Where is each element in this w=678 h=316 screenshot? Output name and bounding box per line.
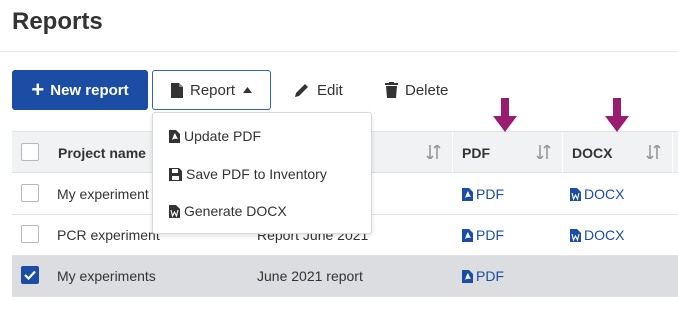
report-dropdown-menu: Update PDF Save PDF to Inventory Generat…: [152, 112, 372, 234]
word-file-icon: [570, 187, 581, 201]
docx-link-label: DOCX: [584, 227, 625, 243]
delete-button[interactable]: Delete: [385, 70, 448, 110]
plus-icon: +: [31, 77, 45, 102]
checkmark-icon: [24, 270, 36, 281]
edit-button[interactable]: Edit: [294, 70, 343, 110]
project-name-cell: My experiments: [57, 268, 156, 284]
pdf-file-icon: [169, 129, 180, 143]
row-checkbox[interactable]: [21, 225, 39, 243]
word-file-icon: [169, 204, 180, 218]
sort-icon[interactable]: [426, 143, 442, 164]
sort-icon[interactable]: [646, 143, 662, 164]
menu-item-label: Generate DOCX: [184, 203, 287, 219]
annotation-arrow-icon: [493, 98, 517, 132]
menu-item-update-pdf[interactable]: Update PDF: [169, 124, 261, 148]
project-name-cell: My experiment: [57, 186, 149, 202]
column-header-pdf[interactable]: PDF: [462, 132, 490, 174]
word-file-icon: [570, 228, 581, 242]
caret-up-icon: [243, 87, 253, 93]
pdf-link-label: PDF: [476, 268, 504, 284]
docx-link[interactable]: DOCX: [570, 215, 624, 255]
row-checkbox[interactable]: [21, 184, 39, 202]
pdf-link-label: PDF: [476, 186, 504, 202]
pdf-file-icon: [462, 187, 473, 201]
page-title: Reports: [12, 8, 103, 35]
menu-item-generate-docx[interactable]: Generate DOCX: [169, 199, 287, 223]
report-label: Report: [189, 81, 236, 99]
column-header-docx[interactable]: DOCX: [572, 132, 612, 174]
row-checkbox-checked[interactable]: [21, 266, 39, 284]
report-dropdown-button[interactable]: Report: [152, 70, 271, 110]
save-icon: [169, 167, 182, 181]
menu-item-label: Update PDF: [184, 128, 262, 144]
column-header-project-name[interactable]: Project name: [58, 132, 146, 174]
column-divider: [672, 132, 673, 174]
pdf-file-icon: [462, 269, 473, 283]
delete-label: Delete: [405, 81, 449, 99]
trash-icon: [385, 82, 398, 98]
menu-item-label: Save PDF to Inventory: [186, 166, 327, 182]
pencil-icon: [294, 82, 310, 98]
select-all-checkbox[interactable]: [21, 143, 39, 161]
project-name-cell: PCR experiment: [57, 227, 160, 243]
table-row-selected[interactable]: My experiments June 2021 report PDF: [12, 256, 678, 297]
report-name-cell: June 2021 report: [257, 268, 363, 284]
title-divider: [0, 51, 678, 52]
edit-label: Edit: [317, 81, 343, 99]
column-divider: [452, 132, 453, 174]
docx-link[interactable]: DOCX: [570, 174, 624, 214]
new-report-button[interactable]: + New report: [12, 70, 148, 110]
annotation-arrow-icon: [605, 98, 629, 132]
pdf-file-icon: [462, 228, 473, 242]
document-icon: [170, 82, 183, 98]
pdf-link[interactable]: PDF: [462, 256, 504, 296]
column-divider: [562, 132, 563, 174]
sort-icon[interactable]: [536, 143, 552, 164]
pdf-link-label: PDF: [476, 227, 504, 243]
docx-link-label: DOCX: [584, 186, 625, 202]
menu-item-save-pdf[interactable]: Save PDF to Inventory: [169, 162, 327, 186]
pdf-link[interactable]: PDF: [462, 174, 504, 214]
new-report-label: New report: [50, 81, 129, 99]
pdf-link[interactable]: PDF: [462, 215, 504, 255]
